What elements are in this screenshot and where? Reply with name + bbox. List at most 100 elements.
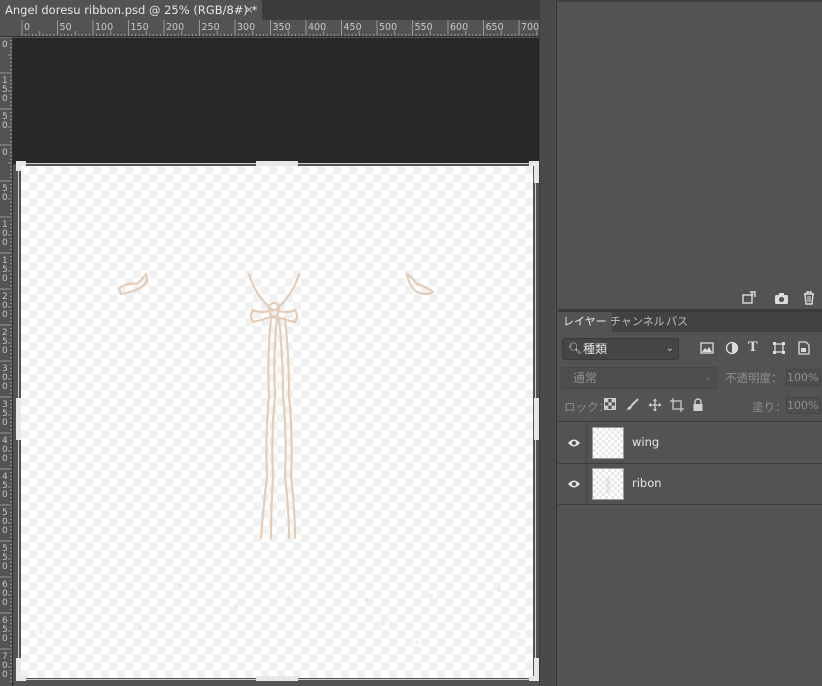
- ruler-label: 0: [2, 40, 8, 50]
- ruler-label: 600: [450, 22, 468, 33]
- canvas-area[interactable]: [13, 38, 539, 686]
- horizontal-ruler[interactable]: 0 50 100 150 200 250 300 350 400 450 500 550 600 650 7…: [12, 20, 539, 37]
- vertical-scrollbar[interactable]: [539, 0, 555, 686]
- ruler-label: 0: [2, 382, 8, 392]
- tab-channels[interactable]: チャンネル: [605, 312, 670, 332]
- layer-thumbnail-art: [606, 477, 610, 493]
- ruler-label: 0: [2, 238, 8, 248]
- close-tab-icon[interactable]: ×: [242, 0, 256, 20]
- image-filter-icon[interactable]: [700, 342, 714, 354]
- horizontal-ruler-ticks: 0 50 100 150 200 250 300 350 400 450 500 550 600 650 7…: [21, 20, 539, 36]
- trash-icon[interactable]: [802, 291, 816, 305]
- ruler-label: 400: [308, 22, 326, 33]
- artwork: [39, 272, 521, 644]
- ribbon-tail-left-edge: [269, 316, 279, 540]
- fill-label: 塗り：: [752, 400, 787, 414]
- document-tab-bar: Angel doresu ribbon.psd @ 25% (RGB/8#) *…: [0, 0, 542, 20]
- layer-filter-row: 🔍︎ 種類 ⌄ T: [558, 336, 822, 362]
- lock-artboard-icon[interactable]: [670, 398, 684, 412]
- transform-handle[interactable]: [16, 161, 21, 171]
- ruler-label: 450: [344, 22, 362, 33]
- tab-layers[interactable]: レイヤー: [558, 312, 612, 332]
- opacity-label: 不透明度：: [725, 371, 783, 385]
- transform-handle[interactable]: [16, 398, 21, 440]
- ruler-label: 0: [2, 454, 8, 464]
- layer-name[interactable]: wing: [632, 435, 659, 449]
- ruler-label: 0: [2, 346, 8, 356]
- ruler-label: 100: [95, 22, 113, 33]
- ruler-label: 0: [2, 274, 8, 284]
- ruler-label: 0: [2, 94, 8, 104]
- blend-mode-value: 通常: [573, 371, 598, 385]
- blend-mode-select[interactable]: 通常 ⌄: [561, 367, 717, 389]
- chevron-down-icon: ⌄: [665, 343, 674, 354]
- shape-filter-icon[interactable]: [772, 341, 786, 355]
- upper-panel: [558, 0, 822, 290]
- lock-all-icon[interactable]: [692, 398, 706, 412]
- lock-row: ロック： 塗り： 100%: [558, 395, 822, 417]
- vertical-ruler[interactable]: 0150500501001502002503003504004505005506…: [0, 37, 13, 686]
- tab-paths[interactable]: パス: [661, 312, 693, 332]
- chevron-down-icon: ⌄: [703, 372, 712, 383]
- transform-handle[interactable]: [256, 161, 298, 166]
- ruler-label: 0: [2, 418, 8, 428]
- lock-position-icon[interactable]: [648, 398, 662, 412]
- eye-icon[interactable]: [567, 477, 581, 491]
- transform-handle[interactable]: [256, 676, 298, 681]
- ruler-label: 550: [415, 22, 433, 33]
- camera-icon[interactable]: [774, 291, 790, 305]
- vertical-ruler-ticks: 0150500501001502002503003504004505005506…: [0, 37, 12, 682]
- opacity-field[interactable]: 100%: [786, 369, 821, 386]
- photoshop-window: Angel doresu ribbon.psd @ 25% (RGB/8#) *…: [0, 0, 822, 686]
- faint-texture-dots: [39, 584, 521, 644]
- transform-handle[interactable]: [16, 676, 26, 681]
- ribbon-tail-right-edge: [283, 316, 297, 540]
- ruler-label: 0: [2, 310, 8, 320]
- visibility-divider: [586, 464, 587, 504]
- document-canvas[interactable]: [21, 166, 533, 678]
- ruler-label: 500: [379, 22, 397, 33]
- right-wing: [405, 272, 435, 296]
- adjustment-filter-icon[interactable]: [725, 341, 739, 355]
- ruler-label: 700: [521, 22, 539, 33]
- layer-name[interactable]: ribon: [632, 476, 662, 490]
- smart-object-filter-icon[interactable]: [798, 341, 810, 355]
- layer-row-ribon[interactable]: ribon: [558, 464, 822, 505]
- ruler-label: 200: [166, 22, 184, 33]
- document-tab[interactable]: Angel doresu ribbon.psd @ 25% (RGB/8#) *…: [0, 0, 262, 20]
- upper-panel-toolbar: [558, 290, 822, 308]
- ruler-label: 0: [2, 193, 8, 203]
- ruler-label: 0: [2, 562, 8, 572]
- ruler-label: 250: [202, 22, 220, 33]
- search-icon: 🔍︎: [568, 342, 582, 355]
- lock-transparent-pixels-icon[interactable]: [604, 398, 618, 412]
- ruler-label: 50: [60, 22, 72, 33]
- pasteboard: [13, 38, 539, 164]
- ruler-label: 650: [486, 22, 504, 33]
- left-wing: [117, 272, 149, 296]
- layer-kind-label: 種類: [583, 342, 608, 356]
- layers-panel-tabs: レイヤー チャンネル パス: [558, 312, 822, 332]
- type-filter-icon[interactable]: T: [748, 341, 758, 355]
- ruler-label: 0: [2, 490, 8, 500]
- fill-field[interactable]: 100%: [786, 397, 821, 414]
- blend-row: 通常 ⌄ 不透明度： 100%: [558, 366, 822, 390]
- ruler-label: 0: [2, 598, 8, 608]
- ruler-label: 150: [131, 22, 149, 33]
- ruler-label: 350: [273, 22, 291, 33]
- layers-list-top-border: [558, 421, 822, 422]
- layer-row-wing[interactable]: wing: [558, 423, 822, 464]
- new-layer-from-icon[interactable]: [741, 291, 757, 305]
- lock-image-pixels-icon[interactable]: [626, 398, 640, 412]
- ruler-label: 0: [2, 634, 8, 644]
- ruler-label: 300: [237, 22, 255, 33]
- document-tab-title: Angel doresu ribbon.psd @ 25% (RGB/8#) *: [5, 3, 258, 17]
- ruler-label: 0: [24, 22, 30, 33]
- layer-thumbnail: [592, 468, 624, 500]
- visibility-divider: [586, 423, 587, 463]
- ruler-label: 0: [2, 148, 8, 158]
- ruler-label: 0: [2, 526, 8, 536]
- layer-kind-filter[interactable]: 🔍︎ 種類 ⌄: [562, 338, 679, 360]
- ruler-label: 0: [2, 670, 8, 680]
- eye-icon[interactable]: [567, 436, 581, 450]
